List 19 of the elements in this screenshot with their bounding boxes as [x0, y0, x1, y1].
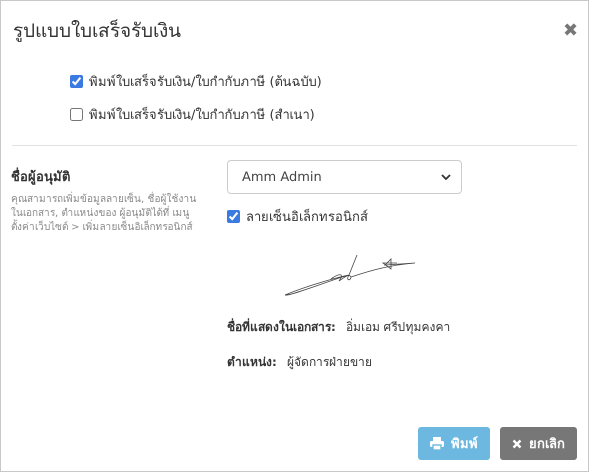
- approver-select[interactable]: Amm Admin: [227, 160, 462, 194]
- section-heading: ชื่อผู้อนุมัติ: [11, 166, 201, 187]
- field-label: ตำแหน่ง:: [227, 354, 277, 371]
- field-value: ผู้จัดการฝ่ายขาย: [286, 354, 372, 371]
- checkbox[interactable]: [70, 75, 83, 88]
- help-text: คุณสามารถเพิ่มข้อมูลลายเซ็น, ชื่อผู้ใช้งานในเอกสาร, ตำแหน่งของ ผู้อนุมัติได้ที่ เมนู ตั้งค่าเว็บไซต์ > เพิ่มลายเซ็นอิเล็กทรอนิกส์: [11, 193, 201, 235]
- chevron-down-icon: [441, 174, 451, 180]
- field-label: ชื่อที่แสดงในเอกสาร:: [227, 317, 336, 336]
- checkbox[interactable]: [70, 108, 83, 121]
- checkbox-label: พิมพ์ใบเสร็จรับเงิน/ใบกำกับภาษี (ต้นฉบับ): [89, 72, 322, 92]
- cancel-button[interactable]: ยกเลิก: [500, 427, 577, 460]
- checkbox-label: ลายเซ็นอิเล็กทรอนิกส์: [246, 208, 368, 227]
- checkbox[interactable]: [227, 210, 240, 223]
- checkbox-label: พิมพ์ใบเสร็จรับเงิน/ใบกำกับภาษี (สำเนา): [89, 106, 315, 125]
- close-button[interactable]: ✖: [563, 19, 578, 41]
- close-icon: [512, 438, 522, 448]
- dialog-title: รูปแบบใบเสร็จรับเงิน: [13, 18, 181, 44]
- field-value: อิ่มเอม ศรีปทุมคงคา: [346, 318, 451, 336]
- printer-icon: [430, 437, 444, 450]
